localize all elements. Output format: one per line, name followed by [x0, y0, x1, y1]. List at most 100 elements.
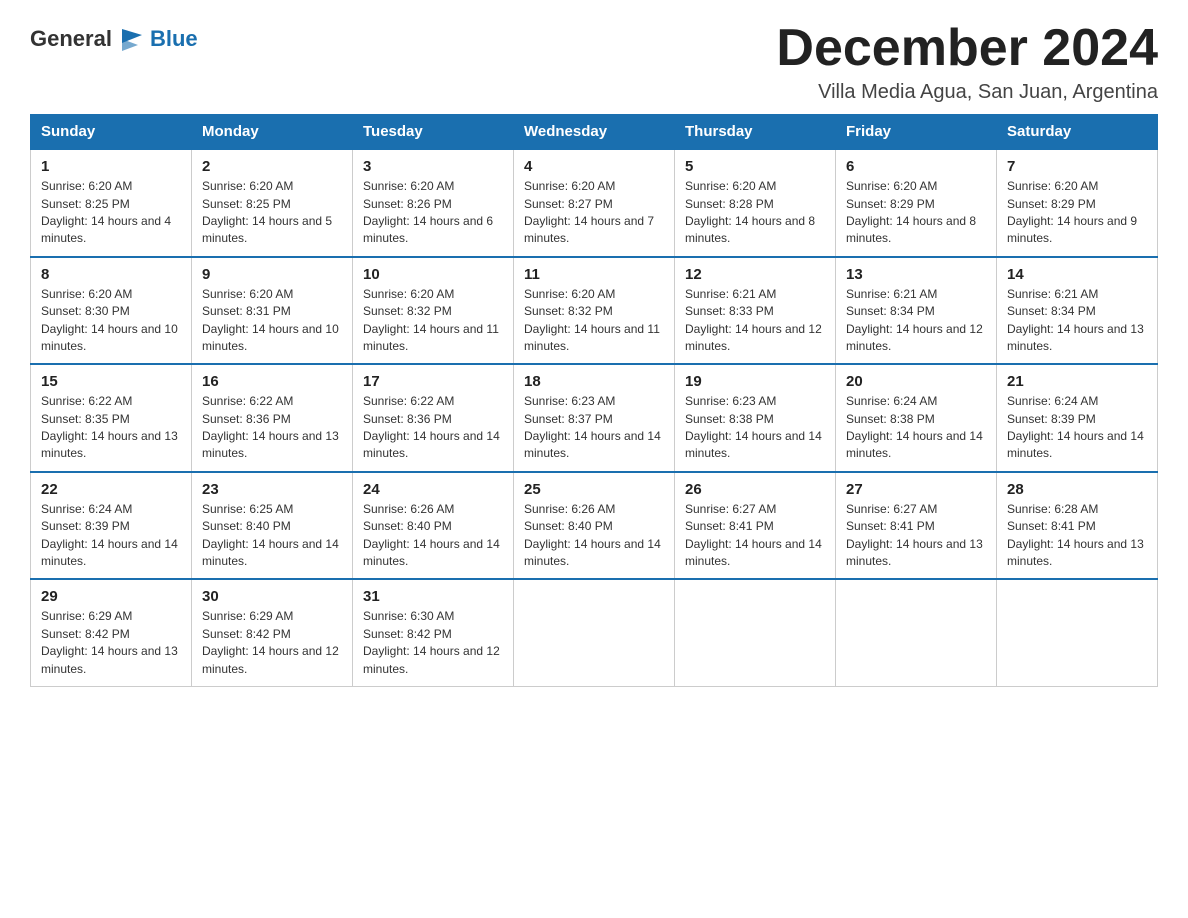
calendar-cell: 7 Sunrise: 6:20 AMSunset: 8:29 PMDaylight… [997, 149, 1158, 257]
day-number: 1 [41, 158, 181, 175]
day-info: Sunrise: 6:20 AMSunset: 8:31 PMDaylight:… [202, 286, 342, 356]
day-info: Sunrise: 6:30 AMSunset: 8:42 PMDaylight:… [363, 608, 503, 678]
calendar-week-row: 8 Sunrise: 6:20 AMSunset: 8:30 PMDaylight… [31, 257, 1158, 365]
day-info: Sunrise: 6:22 AMSunset: 8:35 PMDaylight:… [41, 393, 181, 463]
day-number: 5 [685, 158, 825, 175]
day-number: 10 [363, 266, 503, 283]
day-number: 14 [1007, 266, 1147, 283]
calendar-cell: 17Sunrise: 6:22 AMSunset: 8:36 PMDayligh… [353, 364, 514, 472]
day-info: Sunrise: 6:20 AMSunset: 8:27 PMDaylight:… [524, 178, 664, 248]
day-number: 7 [1007, 158, 1147, 175]
day-number: 16 [202, 373, 342, 390]
calendar-cell: 23Sunrise: 6:25 AMSunset: 8:40 PMDayligh… [192, 472, 353, 580]
calendar-cell: 10 Sunrise: 6:20 AMSunset: 8:32 PMDayligh… [353, 257, 514, 365]
day-number: 2 [202, 158, 342, 175]
logo-blue-text: Blue [150, 26, 198, 52]
calendar-cell: 1 Sunrise: 6:20 AMSunset: 8:25 PMDaylight… [31, 149, 192, 257]
calendar-cell: 18 Sunrise: 6:23 AMSunset: 8:37 PMDayligh… [514, 364, 675, 472]
column-header-thursday: Thursday [675, 115, 836, 150]
day-number: 12 [685, 266, 825, 283]
column-header-friday: Friday [836, 115, 997, 150]
day-info: Sunrise: 6:20 AMSunset: 8:32 PMDaylight:… [524, 286, 664, 356]
calendar-week-row: 29 Sunrise: 6:29 AMSunset: 8:42 PMDayligh… [31, 579, 1158, 686]
calendar-cell: 6 Sunrise: 6:20 AMSunset: 8:29 PMDaylight… [836, 149, 997, 257]
day-number: 30 [202, 588, 342, 605]
calendar-cell [675, 579, 836, 686]
calendar-cell [514, 579, 675, 686]
day-info: Sunrise: 6:28 AMSunset: 8:41 PMDaylight:… [1007, 501, 1147, 571]
day-info: Sunrise: 6:23 AMSunset: 8:37 PMDaylight:… [524, 393, 664, 463]
day-number: 15 [41, 373, 181, 390]
calendar-cell: 27Sunrise: 6:27 AMSunset: 8:41 PMDayligh… [836, 472, 997, 580]
day-number: 28 [1007, 481, 1147, 498]
day-number: 3 [363, 158, 503, 175]
column-header-tuesday: Tuesday [353, 115, 514, 150]
calendar-cell: 14 Sunrise: 6:21 AMSunset: 8:34 PMDayligh… [997, 257, 1158, 365]
calendar-week-row: 1 Sunrise: 6:20 AMSunset: 8:25 PMDaylight… [31, 149, 1158, 257]
calendar-cell: 26 Sunrise: 6:27 AMSunset: 8:41 PMDayligh… [675, 472, 836, 580]
calendar-cell: 2Sunrise: 6:20 AMSunset: 8:25 PMDaylight… [192, 149, 353, 257]
day-number: 11 [524, 266, 664, 283]
day-info: Sunrise: 6:21 AMSunset: 8:33 PMDaylight:… [685, 286, 825, 356]
day-number: 19 [685, 373, 825, 390]
day-number: 9 [202, 266, 342, 283]
day-number: 29 [41, 588, 181, 605]
calendar-cell: 5Sunrise: 6:20 AMSunset: 8:28 PMDaylight… [675, 149, 836, 257]
calendar-cell: 29Sunrise: 6:29 AMSunset: 8:42 PMDayligh… [31, 579, 192, 686]
month-title: December 2024 [776, 20, 1158, 77]
day-info: Sunrise: 6:29 AMSunset: 8:42 PMDaylight:… [202, 608, 342, 678]
calendar-cell: 31 Sunrise: 6:30 AMSunset: 8:42 PMDayligh… [353, 579, 514, 686]
calendar-cell: 12 Sunrise: 6:21 AMSunset: 8:33 PMDayligh… [675, 257, 836, 365]
calendar-cell: 4Sunrise: 6:20 AMSunset: 8:27 PMDaylight… [514, 149, 675, 257]
day-info: Sunrise: 6:20 AMSunset: 8:29 PMDaylight:… [1007, 178, 1147, 248]
day-number: 18 [524, 373, 664, 390]
calendar-cell: 20Sunrise: 6:24 AMSunset: 8:38 PMDayligh… [836, 364, 997, 472]
day-info: Sunrise: 6:24 AMSunset: 8:39 PMDaylight:… [1007, 393, 1147, 463]
day-info: Sunrise: 6:21 AMSunset: 8:34 PMDaylight:… [846, 286, 986, 356]
calendar-title-area: December 2024 Villa Media Agua, San Juan… [776, 20, 1158, 104]
calendar-cell: 28 Sunrise: 6:28 AMSunset: 8:41 PMDayligh… [997, 472, 1158, 580]
calendar-week-row: 22Sunrise: 6:24 AMSunset: 8:39 PMDayligh… [31, 472, 1158, 580]
column-header-sunday: Sunday [31, 115, 192, 150]
day-info: Sunrise: 6:26 AMSunset: 8:40 PMDaylight:… [524, 501, 664, 571]
day-info: Sunrise: 6:22 AMSunset: 8:36 PMDaylight:… [202, 393, 342, 463]
day-number: 27 [846, 481, 986, 498]
calendar-table: SundayMondayTuesdayWednesdayThursdayFrid… [30, 114, 1158, 687]
day-number: 8 [41, 266, 181, 283]
day-info: Sunrise: 6:26 AMSunset: 8:40 PMDaylight:… [363, 501, 503, 571]
column-header-wednesday: Wednesday [514, 115, 675, 150]
calendar-cell [836, 579, 997, 686]
calendar-cell: 13 Sunrise: 6:21 AMSunset: 8:34 PMDayligh… [836, 257, 997, 365]
day-info: Sunrise: 6:20 AMSunset: 8:29 PMDaylight:… [846, 178, 986, 248]
day-info: Sunrise: 6:20 AMSunset: 8:26 PMDaylight:… [363, 178, 503, 248]
day-info: Sunrise: 6:25 AMSunset: 8:40 PMDaylight:… [202, 501, 342, 571]
calendar-week-row: 15 Sunrise: 6:22 AMSunset: 8:35 PMDayligh… [31, 364, 1158, 472]
day-info: Sunrise: 6:20 AMSunset: 8:32 PMDaylight:… [363, 286, 503, 356]
column-header-monday: Monday [192, 115, 353, 150]
logo-flag-icon [118, 25, 146, 53]
calendar-cell: 15 Sunrise: 6:22 AMSunset: 8:35 PMDayligh… [31, 364, 192, 472]
day-info: Sunrise: 6:20 AMSunset: 8:30 PMDaylight:… [41, 286, 181, 356]
column-header-saturday: Saturday [997, 115, 1158, 150]
calendar-cell: 3 Sunrise: 6:20 AMSunset: 8:26 PMDaylight… [353, 149, 514, 257]
day-number: 26 [685, 481, 825, 498]
day-number: 17 [363, 373, 503, 390]
day-info: Sunrise: 6:20 AMSunset: 8:25 PMDaylight:… [41, 178, 181, 248]
calendar-cell: 25 Sunrise: 6:26 AMSunset: 8:40 PMDayligh… [514, 472, 675, 580]
calendar-cell: 19Sunrise: 6:23 AMSunset: 8:38 PMDayligh… [675, 364, 836, 472]
page-header: General Blue December 2024 Villa Media A… [30, 20, 1158, 104]
day-number: 21 [1007, 373, 1147, 390]
day-info: Sunrise: 6:21 AMSunset: 8:34 PMDaylight:… [1007, 286, 1147, 356]
day-info: Sunrise: 6:27 AMSunset: 8:41 PMDaylight:… [685, 501, 825, 571]
location-subtitle: Villa Media Agua, San Juan, Argentina [776, 81, 1158, 104]
day-number: 25 [524, 481, 664, 498]
calendar-cell: 16 Sunrise: 6:22 AMSunset: 8:36 PMDayligh… [192, 364, 353, 472]
day-number: 20 [846, 373, 986, 390]
calendar-cell: 21 Sunrise: 6:24 AMSunset: 8:39 PMDayligh… [997, 364, 1158, 472]
logo-general-text: General [30, 26, 112, 52]
day-number: 22 [41, 481, 181, 498]
logo: General Blue [30, 20, 198, 53]
day-number: 13 [846, 266, 986, 283]
day-number: 31 [363, 588, 503, 605]
day-number: 6 [846, 158, 986, 175]
